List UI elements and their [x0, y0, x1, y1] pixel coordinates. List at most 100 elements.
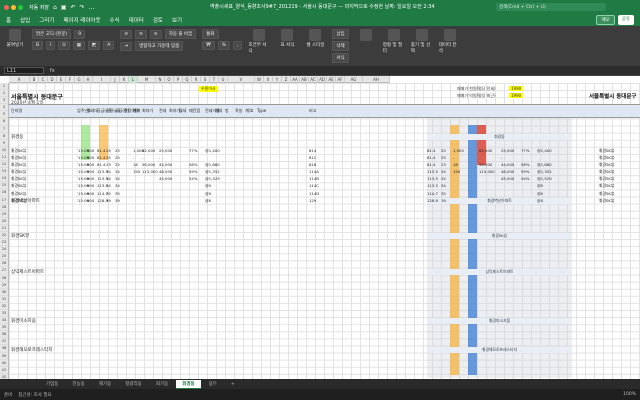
italic-button[interactable]: I [46, 41, 56, 50]
cell-p[interactable]: 34 [115, 183, 120, 188]
cell-n[interactable]: 휘경SK뷰 [11, 198, 26, 204]
cell-p[interactable]: 25 [115, 155, 120, 160]
font-size-select[interactable]: 9 [74, 29, 86, 39]
row-header[interactable]: 34 [0, 317, 8, 325]
right-cell-n[interactable]: 휘경SK뷰 [599, 183, 614, 189]
right-cell-b[interactable]: 35 [441, 191, 446, 196]
row-header[interactable]: 37 [0, 338, 8, 346]
fill-color-button[interactable]: ◩ [87, 41, 101, 50]
cell-m[interactable]: 150 [133, 169, 140, 174]
conditional-format-button[interactable]: 조건부 서식 [248, 29, 270, 54]
delete-cells-button[interactable]: 삭제 [332, 41, 349, 51]
share-button[interactable]: 공유 [617, 15, 634, 25]
cell-j[interactable]: 48,000 [159, 169, 172, 174]
table-row[interactable]: 휘경SK뷰 '15.06 900 81.4 25 25 1,000 62,000 25,000 7… [9, 147, 640, 154]
percent-button[interactable]: % [217, 41, 230, 50]
column-header-ad[interactable]: AD [318, 76, 327, 83]
right-cell-b[interactable]: 23 [441, 162, 446, 167]
sheet-tab[interactable]: 청량리동 [119, 380, 148, 388]
column-header-q[interactable]: Q [183, 76, 192, 83]
column-header-o[interactable]: O [165, 76, 174, 83]
cell-n[interactable]: 휘경SK뷰 [11, 162, 26, 168]
column-header-e[interactable]: E [57, 76, 66, 83]
right-cell-b[interactable]: 34 [441, 169, 446, 174]
column-header-p[interactable]: P [174, 76, 183, 83]
merge-center-button[interactable]: 병합하고 가운데 맞춤 [135, 41, 184, 51]
right-cell-j[interactable]: - [501, 155, 502, 160]
column-header-i[interactable]: I [93, 76, 111, 83]
tab-home[interactable]: 홈 [6, 16, 11, 24]
table-row[interactable]: 휘경SK뷰 '15.06 900 113.5 34 34 45,000 54% @1,529 11… [9, 175, 640, 182]
right-cell-a[interactable]: 81.4 [427, 162, 435, 167]
tab-review[interactable]: 검토 [153, 16, 163, 24]
number-format-select[interactable]: 통화 [202, 29, 219, 39]
right-cell-j[interactable]: 48,000 [501, 169, 514, 174]
name-box[interactable]: L11 [4, 67, 44, 74]
cell-u[interactable]: 900 [87, 169, 94, 174]
cell-b[interactable]: 34 [106, 183, 111, 188]
right-cell-g[interactable]: @1,529 [537, 176, 552, 181]
cell-g[interactable]: @1,400 [205, 148, 220, 153]
right-cell-b[interactable]: 34 [441, 176, 446, 181]
column-header-ah[interactable]: AH [363, 76, 390, 83]
cell-p[interactable]: 34 [115, 169, 120, 174]
sheet-tab[interactable]: 기업동 [40, 380, 64, 388]
cell-u[interactable]: 900 [87, 198, 94, 203]
column-header-u[interactable]: U [219, 76, 228, 83]
window-controls[interactable] [4, 4, 23, 10]
column-header-ae[interactable]: AE [327, 76, 336, 83]
right-cell-jm[interactable]: 115,000 [479, 169, 495, 174]
row-header[interactable]: 23 [0, 239, 8, 247]
row-header[interactable]: 8 [0, 133, 8, 140]
cell-b[interactable]: 35 [106, 191, 111, 196]
row-header[interactable]: 19 [0, 211, 8, 218]
autosave-label[interactable]: 자동 저장 [29, 4, 49, 11]
column-header-l[interactable]: L [129, 76, 138, 83]
cell-r[interactable]: 54% [189, 176, 197, 181]
right-cell-b[interactable]: 39 [441, 198, 446, 203]
column-header-s[interactable]: S [201, 76, 210, 83]
row-header[interactable]: 25 [0, 253, 8, 261]
column-header-d[interactable]: D [48, 76, 57, 83]
cell-b[interactable]: 34 [106, 169, 111, 174]
table-row[interactable]: 휘경SK뷰 '15.06 900 81.4 25 25- - -81C 81.4 25- - - 휘경S… [9, 154, 640, 161]
row-header[interactable]: 28 [0, 275, 8, 282]
wrap-text-button[interactable]: 자동 줄 바꿈 [164, 29, 197, 39]
right-cell-n[interactable]: 휘경SK뷰 [599, 162, 614, 168]
column-header-h[interactable]: H [84, 76, 93, 83]
cell-t[interactable]: 114B [309, 176, 319, 181]
row-header[interactable]: 3 [0, 97, 8, 105]
bold-button[interactable]: B [32, 41, 44, 50]
column-header-m[interactable]: M [138, 76, 156, 83]
column-header-n[interactable]: N [156, 76, 165, 83]
zoom-level[interactable]: 100% [623, 392, 636, 397]
table-row[interactable]: 휘경SK뷰 '15.06 900 113.5 34 34 150 115,000 48,000 5… [9, 168, 640, 175]
right-cell-a[interactable]: 114.7 [427, 191, 438, 196]
search-input[interactable]: 검색(Cmd + Ctrl + U) [496, 3, 606, 11]
redo-icon[interactable]: ↷ [80, 4, 85, 11]
row-header[interactable]: 36 [0, 331, 8, 339]
row-header[interactable]: 15 [0, 182, 8, 190]
sheet-tab[interactable]: 전농동 [66, 380, 90, 388]
row-header[interactable]: 10 [0, 147, 8, 154]
right-cell-a[interactable]: 81.4 [427, 155, 435, 160]
table-row[interactable]: 휘경SK뷰 '15.06 900 113.5 34 34 @0 114C 113.5 34 @0 휘경… [9, 182, 640, 189]
cell-n[interactable]: 휘경SK뷰 [11, 176, 26, 182]
currency-button[interactable]: ₩ [202, 41, 215, 50]
right-cell-n[interactable]: 휘경SK뷰 [599, 148, 614, 154]
cell-j[interactable]: 25,000 [159, 148, 172, 153]
cell-b[interactable]: 23 [106, 162, 111, 167]
minimize-window-button[interactable] [11, 4, 16, 10]
fx-icon[interactable]: fx [50, 68, 55, 74]
cell-b[interactable]: 25 [106, 148, 111, 153]
tab-formulas[interactable]: 수식 [110, 16, 120, 24]
analyze-data-button[interactable]: 데이터 분석 [439, 29, 461, 54]
row-header[interactable]: 4 [0, 104, 8, 112]
tab-layout[interactable]: 페이지 레이아웃 [63, 16, 100, 24]
format-cells-button[interactable]: 서식 [332, 53, 349, 63]
cell-n[interactable]: 휘경SK뷰 [11, 148, 26, 154]
sheet-tab[interactable]: 회기동 [150, 380, 174, 388]
row-header[interactable]: 6 [0, 118, 8, 126]
column-header-f[interactable]: F [66, 76, 75, 83]
right-cell-m[interactable]: 150 [453, 169, 460, 174]
